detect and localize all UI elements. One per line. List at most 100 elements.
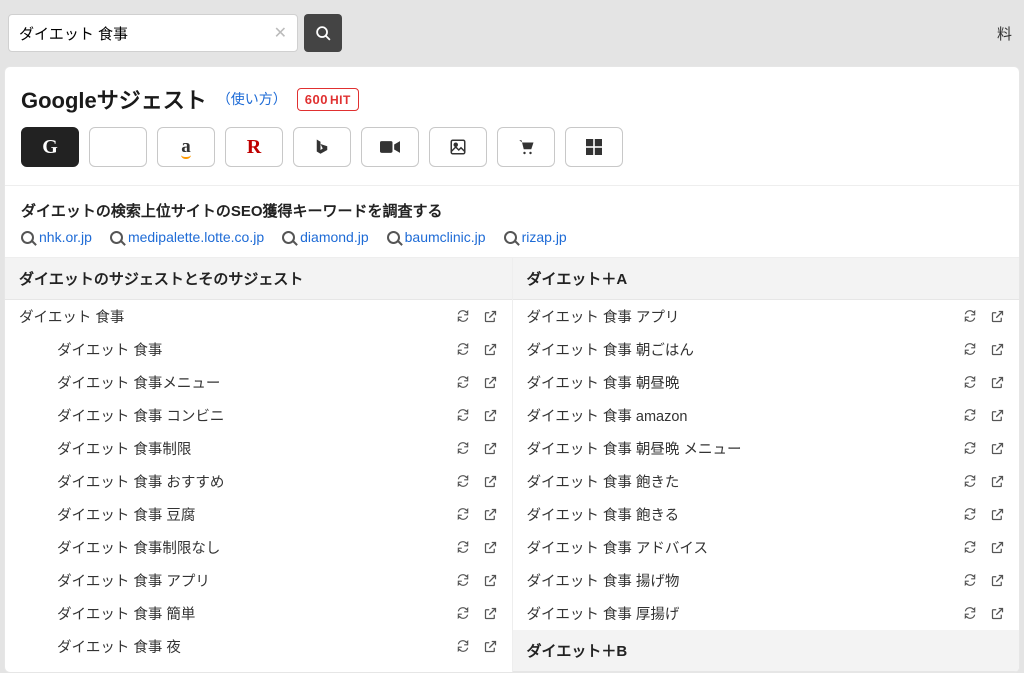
clear-icon[interactable]: ✕ [270, 23, 291, 43]
refresh-icon[interactable] [455, 606, 471, 621]
external-link-icon[interactable] [483, 342, 498, 357]
search-input[interactable] [19, 25, 270, 42]
provider-google[interactable]: G [21, 127, 79, 167]
refresh-icon[interactable] [962, 408, 978, 423]
keyword-text[interactable]: ダイエット 食事 飽きた [527, 471, 963, 492]
keyword-text[interactable]: ダイエット 食事 [19, 306, 455, 327]
refresh-icon[interactable] [962, 342, 978, 357]
keyword-text[interactable]: ダイエット 食事 厚揚げ [527, 603, 963, 624]
provider-youtube[interactable] [89, 127, 147, 167]
external-link-icon[interactable] [483, 639, 498, 654]
refresh-icon[interactable] [962, 606, 978, 621]
google-icon: G [42, 136, 58, 159]
keyword-text[interactable]: ダイエット 食事 アプリ [57, 570, 455, 591]
title-row: Googleサジェスト （使い方） 600HIT [5, 67, 1019, 127]
hit-badge: 600HIT [297, 88, 359, 111]
provider-shopping[interactable] [497, 127, 555, 167]
external-link-icon[interactable] [990, 408, 1005, 423]
refresh-icon[interactable] [455, 375, 471, 390]
external-link-icon[interactable] [990, 573, 1005, 588]
refresh-icon[interactable] [455, 507, 471, 522]
external-link-icon[interactable] [990, 606, 1005, 621]
keyword-text[interactable]: ダイエット 食事 朝ごはん [527, 339, 963, 360]
refresh-icon[interactable] [455, 474, 471, 489]
seo-site-link[interactable]: diamond.jp [282, 229, 369, 245]
keyword-text[interactable]: ダイエット 食事 アドバイス [527, 537, 963, 558]
keyword-text[interactable]: ダイエット 食事制限なし [57, 537, 455, 558]
keyword-text[interactable]: ダイエット 食事 アプリ [527, 306, 963, 327]
keyword-text[interactable]: ダイエット 食事 amazon [527, 405, 963, 426]
refresh-icon[interactable] [962, 309, 978, 324]
keyword-text[interactable]: ダイエット 食事 夜 [57, 636, 455, 657]
external-link-icon[interactable] [990, 375, 1005, 390]
refresh-icon[interactable] [962, 474, 978, 489]
keyword-text[interactable]: ダイエット 食事 朝昼晩 [527, 372, 963, 393]
seo-site-link[interactable]: nhk.or.jp [21, 229, 92, 245]
seo-site-link[interactable]: medipalette.lotte.co.jp [110, 229, 264, 245]
keyword-row: ダイエット 食事 アプリ [5, 564, 512, 597]
video-icon [380, 140, 400, 154]
right-column-header: ダイエット＋A [513, 258, 1020, 300]
row-actions [455, 540, 498, 555]
keyword-text[interactable]: ダイエット 食事 [57, 339, 455, 360]
keyword-text[interactable]: ダイエット 食事 コンビニ [57, 405, 455, 426]
refresh-icon[interactable] [455, 540, 471, 555]
external-link-icon[interactable] [483, 507, 498, 522]
usage-link[interactable]: （使い方） [217, 89, 287, 109]
left-column: ダイエットのサジェストとそのサジェスト ダイエット 食事ダイエット 食事ダイエッ… [5, 258, 513, 672]
external-link-icon[interactable] [483, 540, 498, 555]
keyword-columns: ダイエットのサジェストとそのサジェスト ダイエット 食事ダイエット 食事ダイエッ… [5, 257, 1019, 672]
row-actions [962, 606, 1005, 621]
keyword-row: ダイエット 食事 飽きる [513, 498, 1020, 531]
refresh-icon[interactable] [455, 309, 471, 324]
image-icon [449, 138, 467, 156]
refresh-icon[interactable] [962, 573, 978, 588]
external-link-icon[interactable] [990, 474, 1005, 489]
keyword-row: ダイエット 食事 簡単 [5, 597, 512, 630]
row-actions [962, 309, 1005, 324]
external-link-icon[interactable] [990, 342, 1005, 357]
keyword-text[interactable]: ダイエット 食事 朝昼晩 メニュー [527, 438, 963, 459]
external-link-icon[interactable] [990, 507, 1005, 522]
refresh-icon[interactable] [962, 375, 978, 390]
external-link-icon[interactable] [990, 441, 1005, 456]
external-link-icon[interactable] [483, 474, 498, 489]
seo-site-link[interactable]: baumclinic.jp [387, 229, 486, 245]
keyword-text[interactable]: ダイエット 食事メニュー [57, 372, 455, 393]
refresh-icon[interactable] [455, 573, 471, 588]
keyword-text[interactable]: ダイエット 食事 おすすめ [57, 471, 455, 492]
external-link-icon[interactable] [483, 408, 498, 423]
refresh-icon[interactable] [962, 441, 978, 456]
external-link-icon[interactable] [483, 375, 498, 390]
search-button[interactable] [304, 14, 342, 52]
external-link-icon[interactable] [483, 441, 498, 456]
keyword-row: ダイエット 食事制限なし [5, 531, 512, 564]
keyword-text[interactable]: ダイエット 食事 揚げ物 [527, 570, 963, 591]
keyword-text[interactable]: ダイエット 食事 簡単 [57, 603, 455, 624]
external-link-icon[interactable] [483, 309, 498, 324]
provider-windows[interactable] [565, 127, 623, 167]
refresh-icon[interactable] [962, 540, 978, 555]
keyword-row: ダイエット 食事 厚揚げ [513, 597, 1020, 630]
refresh-icon[interactable] [962, 507, 978, 522]
external-link-icon[interactable] [483, 606, 498, 621]
provider-video[interactable] [361, 127, 419, 167]
provider-image[interactable] [429, 127, 487, 167]
seo-site-link[interactable]: rizap.jp [504, 229, 567, 245]
external-link-icon[interactable] [990, 309, 1005, 324]
keyword-text[interactable]: ダイエット 食事 豆腐 [57, 504, 455, 525]
top-right-text: 料 [997, 23, 1016, 44]
refresh-icon[interactable] [455, 639, 471, 654]
provider-amazon[interactable]: a [157, 127, 215, 167]
provider-bing[interactable] [293, 127, 351, 167]
keyword-text[interactable]: ダイエット 食事 飽きる [527, 504, 963, 525]
keyword-text[interactable]: ダイエット 食事制限 [57, 438, 455, 459]
refresh-icon[interactable] [455, 408, 471, 423]
refresh-icon[interactable] [455, 342, 471, 357]
refresh-icon[interactable] [455, 441, 471, 456]
shopping-icon [516, 138, 536, 156]
provider-rakuten[interactable]: R [225, 127, 283, 167]
external-link-icon[interactable] [483, 573, 498, 588]
external-link-icon[interactable] [990, 540, 1005, 555]
keyword-row: ダイエット 食事 アプリ [513, 300, 1020, 333]
